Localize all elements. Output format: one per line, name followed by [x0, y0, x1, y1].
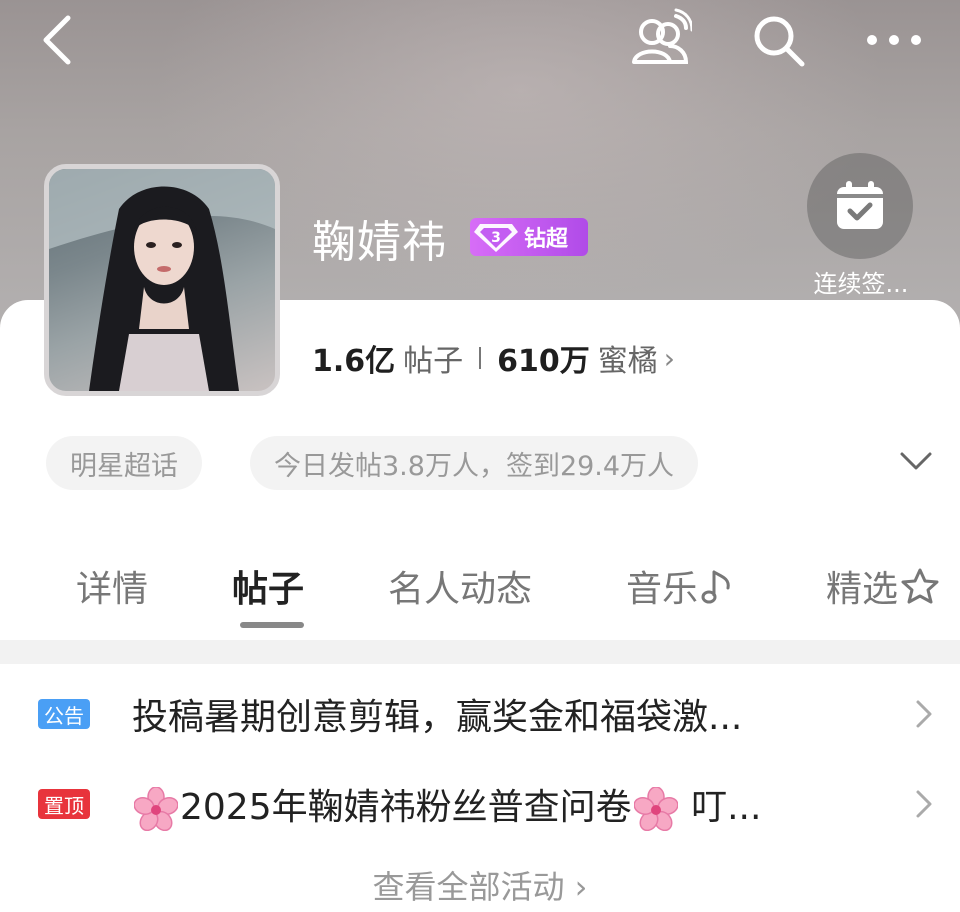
chevron-down-icon: [900, 452, 932, 470]
chevron-right-icon: ›: [663, 341, 675, 375]
fans-label: 蜜橘: [597, 344, 658, 379]
tab-label: 帖子: [232, 569, 305, 610]
fans-button[interactable]: [628, 8, 692, 72]
tab-label: 详情: [76, 569, 149, 610]
chevron-right-icon: [916, 790, 932, 818]
people-wave-icon: [632, 8, 692, 64]
calendar-check-icon: [837, 181, 883, 229]
diamond-badge[interactable]: 3 钻超: [470, 218, 588, 256]
badge-label: 钻超: [524, 227, 569, 252]
topic-name: 鞠婧祎: [312, 217, 447, 268]
tab-label: 音乐: [626, 569, 699, 610]
notice-text: 投稿暑期创意剪辑，赢奖金和福袋激...: [132, 697, 743, 738]
checkin-label: 连续签...: [813, 270, 909, 298]
more-dots-icon: [867, 35, 921, 45]
back-button[interactable]: [28, 10, 84, 70]
activity-chip[interactable]: 今日发帖3.8万人，签到29.4万人: [250, 436, 699, 490]
notice-row[interactable]: 公告 投稿暑期创意剪辑，赢奖金和福袋激...: [0, 674, 960, 754]
category-chip[interactable]: 明星超话: [46, 436, 202, 490]
pinned-tail: 叮...: [679, 786, 762, 828]
stats-row[interactable]: 1.6亿 帖子 610万 蜜橘 ›: [312, 336, 675, 380]
tab-details[interactable]: 详情: [76, 560, 148, 612]
tab-label: 名人动态: [388, 569, 533, 610]
search-button[interactable]: [748, 10, 808, 70]
more-button[interactable]: [860, 12, 928, 68]
notice-tag: 公告: [38, 699, 90, 729]
stats-divider: [479, 347, 482, 369]
tab-posts[interactable]: 帖子: [232, 560, 304, 612]
pinned-text: 2025年鞠婧祎粉丝普查问卷 叮...: [132, 778, 872, 831]
avatar-portrait-image: [49, 169, 275, 391]
pinned-title: 2025年鞠婧祎粉丝普查问卷: [180, 786, 632, 828]
search-icon: [754, 16, 805, 67]
expand-button[interactable]: [896, 440, 936, 480]
tab-celebrity-updates[interactable]: 名人动态: [388, 560, 532, 612]
top-bar: [0, 0, 960, 90]
cherry-blossom-icon: [134, 786, 178, 831]
view-all-activities-link[interactable]: 查看全部活动 ›: [0, 862, 960, 908]
checkin-button[interactable]: [807, 153, 913, 259]
star-icon: [901, 568, 939, 604]
tab-music[interactable]: 音乐: [626, 560, 734, 612]
cherry-blossom-icon: [633, 786, 678, 831]
diamond-icon: 3: [474, 224, 518, 252]
active-tab-indicator: [240, 622, 304, 628]
music-note-icon: [701, 570, 730, 604]
posts-label: 帖子: [403, 344, 464, 379]
avatar[interactable]: [44, 164, 280, 396]
chevron-right-icon: [916, 700, 932, 728]
fans-count: 610万: [497, 344, 590, 379]
pinned-row[interactable]: 置顶 2025年鞠婧祎粉丝普查问卷 叮...: [0, 764, 960, 844]
tab-bar: 详情 帖子 名人动态 音乐 精选: [0, 560, 960, 640]
chevron-left-icon: [43, 15, 71, 65]
posts-count: 1.6亿: [312, 344, 396, 379]
tab-featured[interactable]: 精选: [826, 560, 940, 612]
section-divider: [0, 640, 960, 664]
pinned-tag: 置顶: [38, 789, 90, 819]
badge-level: 3: [491, 230, 501, 246]
tab-label: 精选: [826, 569, 899, 610]
